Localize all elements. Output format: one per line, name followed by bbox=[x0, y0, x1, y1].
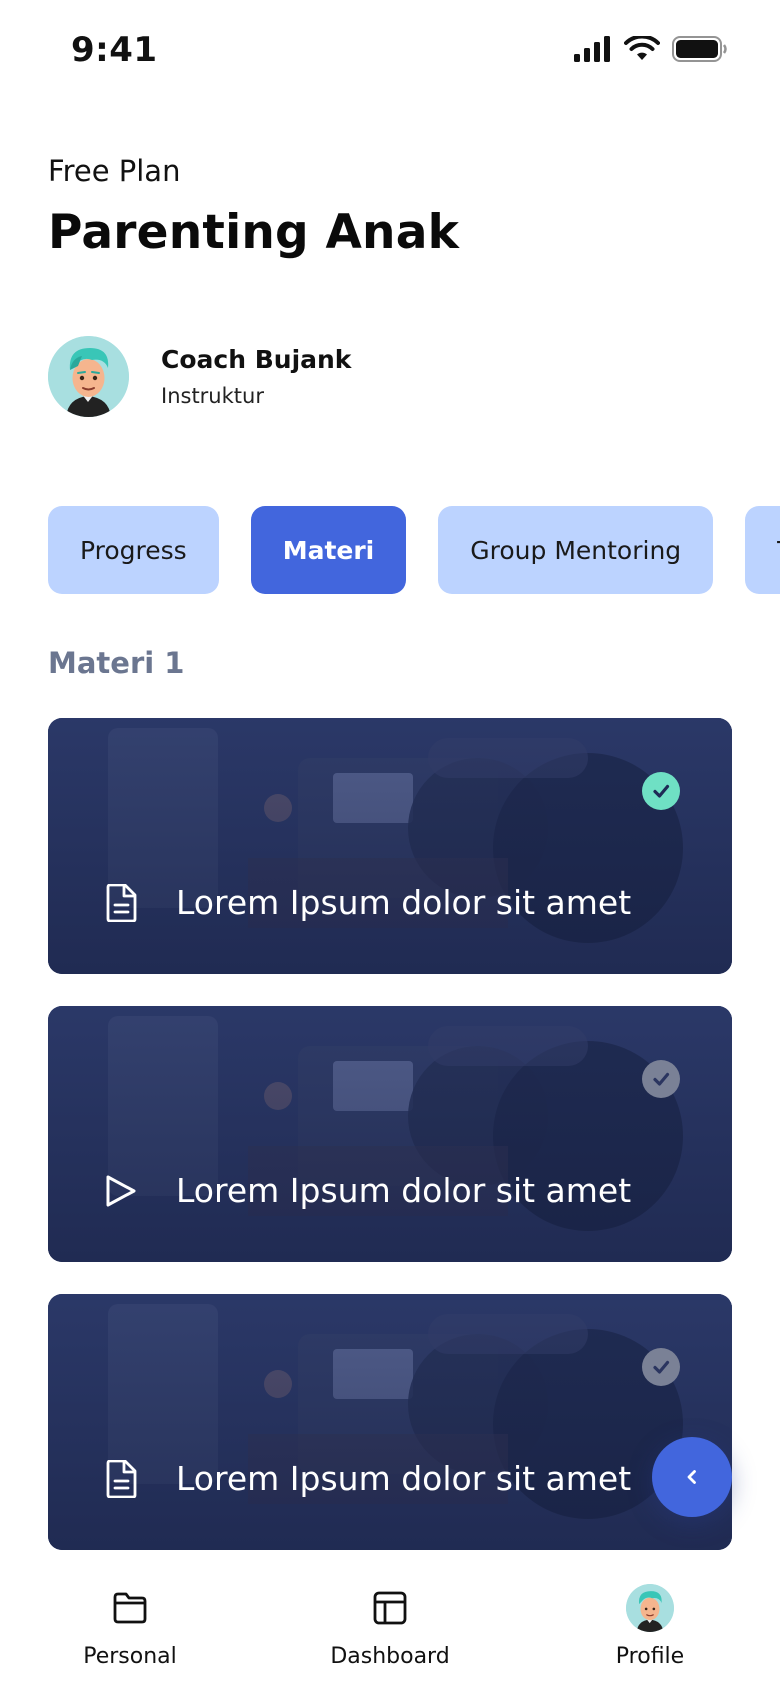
tab-progress[interactable]: Progress bbox=[48, 506, 219, 594]
card-overlay bbox=[48, 718, 732, 974]
tab-bar[interactable]: Progress Materi Group Mentoring Te bbox=[48, 506, 780, 594]
section-title: Materi 1 bbox=[48, 646, 185, 680]
avatar bbox=[626, 1584, 674, 1632]
card-title: Lorem Ipsum dolor sit amet bbox=[176, 1459, 632, 1498]
card-title: Lorem Ipsum dolor sit amet bbox=[176, 1171, 632, 1210]
card-overlay bbox=[48, 1006, 732, 1262]
plan-label: Free Plan bbox=[48, 154, 181, 188]
nav-item-profile[interactable]: Profile bbox=[560, 1560, 740, 1669]
instructor-card[interactable]: Coach Bujank Instruktur bbox=[48, 336, 351, 417]
nav-label: Profile bbox=[615, 1644, 685, 1669]
lesson-card[interactable]: Lorem Ipsum dolor sit amet bbox=[48, 1006, 732, 1262]
nav-item-dashboard[interactable]: Dashboard bbox=[300, 1560, 480, 1669]
tab-more[interactable]: Te bbox=[745, 506, 780, 594]
instructor-name: Coach Bujank bbox=[161, 345, 352, 374]
status-time: 9:41 bbox=[71, 30, 158, 70]
layout-icon bbox=[366, 1584, 414, 1632]
chevron-left-icon bbox=[687, 1470, 696, 1484]
back-button[interactable] bbox=[652, 1437, 732, 1517]
pending-check-icon bbox=[642, 1348, 680, 1386]
status-bar: 9:41 bbox=[0, 0, 780, 100]
battery-icon bbox=[672, 36, 727, 62]
lesson-card[interactable]: Lorem Ipsum dolor sit amet bbox=[48, 1294, 732, 1550]
tab-materi[interactable]: Materi bbox=[250, 506, 407, 594]
nav-label: Personal bbox=[83, 1644, 177, 1669]
nav-label: Dashboard bbox=[330, 1644, 450, 1669]
page-title: Parenting Anak bbox=[48, 205, 460, 260]
completed-check-icon bbox=[642, 772, 680, 810]
pending-check-icon bbox=[642, 1060, 680, 1098]
status-icons bbox=[574, 36, 728, 62]
signal-icon bbox=[574, 36, 610, 62]
wifi-icon bbox=[624, 36, 660, 60]
lesson-card[interactable]: Lorem Ipsum dolor sit amet bbox=[48, 718, 732, 974]
play-icon bbox=[106, 1175, 136, 1207]
folder-icon bbox=[106, 1584, 154, 1632]
nav-item-personal[interactable]: Personal bbox=[40, 1560, 220, 1669]
card-overlay bbox=[48, 1294, 732, 1550]
document-icon bbox=[106, 1460, 137, 1498]
instructor-role: Instruktur bbox=[161, 384, 264, 408]
tab-group-mentoring[interactable]: Group Mentoring bbox=[438, 506, 714, 594]
bottom-nav: Personal Dashboard Profile bbox=[0, 1560, 780, 1688]
avatar bbox=[48, 336, 129, 417]
document-icon bbox=[106, 884, 137, 922]
card-title: Lorem Ipsum dolor sit amet bbox=[176, 883, 632, 922]
